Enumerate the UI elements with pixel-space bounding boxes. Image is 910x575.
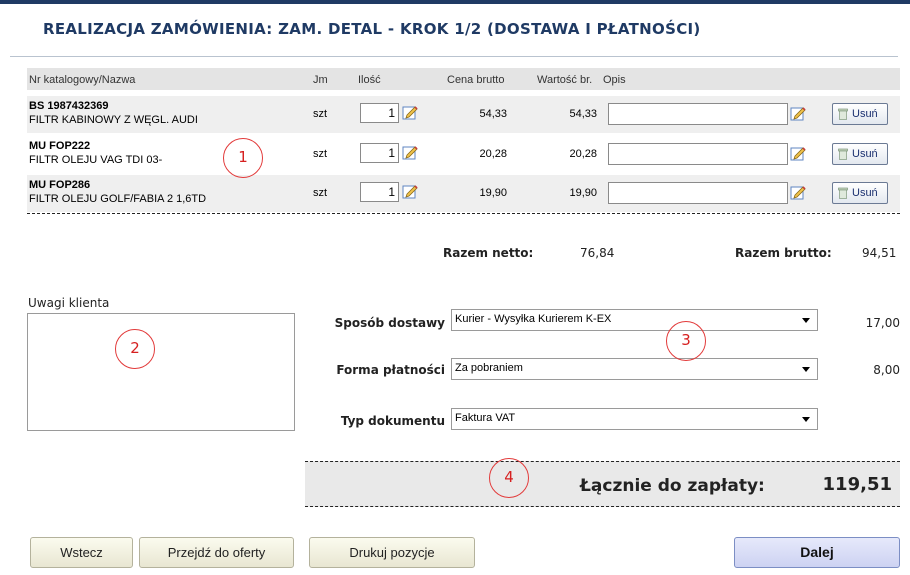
document-label: Typ dokumentu (340, 414, 445, 428)
notes-label: Uwagi klienta (28, 296, 110, 310)
netto-value: 76,84 (580, 246, 615, 260)
table-row: MU FOP286 FILTR OLEJU GOLF/FABIA 2 1,6TD… (27, 175, 900, 212)
header-qty: Ilość (358, 74, 381, 86)
brutto-value: 94,51 (862, 246, 897, 260)
item-unit: szt (313, 187, 328, 199)
table-row: MU FOP222 FILTR OLEJU VAG TDI 03- szt 1 … (27, 136, 900, 173)
item-value: 20,28 (569, 148, 597, 160)
edit-pencil-icon[interactable] (790, 184, 806, 200)
page-title: REALIZACJA ZAMÓWIENIA: ZAM. DETAL - KROK… (43, 20, 701, 38)
item-name: FILTR KABINOWY Z WĘGL. AUDI (29, 114, 198, 126)
remove-label: Usuń (852, 187, 878, 199)
header-desc: Opis (603, 74, 626, 86)
delivery-label: Sposób dostawy (334, 316, 445, 330)
annotation-marker-1: 1 (223, 138, 263, 178)
back-button[interactable]: Wstecz (30, 537, 133, 568)
edit-pencil-icon[interactable] (402, 144, 418, 160)
annotation-marker-4: 4 (489, 458, 529, 498)
header-name: Nr katalogowy/Nazwa (29, 74, 136, 86)
document-value: Faktura VAT (455, 412, 516, 424)
item-unit: szt (313, 108, 328, 120)
delivery-cost: 17,00 (865, 316, 900, 330)
annotation-marker-2: 2 (115, 329, 155, 369)
document-select[interactable]: Faktura VAT (451, 408, 818, 430)
item-name: FILTR OLEJU GOLF/FABIA 2 1,6TD (29, 193, 207, 205)
trash-icon (838, 108, 848, 120)
item-price: 54,33 (479, 108, 507, 120)
chevron-down-icon (802, 318, 810, 323)
go-to-offer-button[interactable]: Przejdź do oferty (139, 537, 294, 568)
header-price: Cena brutto (447, 74, 505, 86)
quantity-input[interactable]: 1 (360, 143, 399, 163)
delivery-select[interactable]: Kurier - Wysyłka Kurierem K-EX (451, 309, 818, 331)
item-value: 19,90 (569, 187, 597, 199)
header-unit: Jm (313, 74, 328, 86)
edit-pencil-icon[interactable] (402, 183, 418, 199)
item-unit: szt (313, 148, 328, 160)
notes-textarea[interactable] (27, 313, 295, 431)
quantity-input[interactable]: 1 (360, 103, 399, 123)
item-price: 20,28 (479, 148, 507, 160)
brutto-label: Razem brutto: (735, 246, 832, 260)
top-accent-bar (0, 0, 910, 4)
grand-total-value: 119,51 (822, 474, 892, 495)
print-items-button[interactable]: Drukuj pozycje (309, 537, 475, 568)
payment-cost: 8,00 (873, 363, 900, 377)
next-button[interactable]: Dalej (734, 537, 900, 568)
edit-pencil-icon[interactable] (790, 105, 806, 121)
chevron-down-icon (802, 367, 810, 372)
delivery-value: Kurier - Wysyłka Kurierem K-EX (455, 313, 612, 325)
remove-label: Usuń (852, 148, 878, 160)
edit-pencil-icon[interactable] (790, 145, 806, 161)
table-row: BS 1987432369 FILTR KABINOWY Z WĘGL. AUD… (27, 96, 900, 133)
item-price: 19,90 (479, 187, 507, 199)
remove-button[interactable]: Usuń (832, 143, 888, 165)
header-value: Wartość br. (537, 74, 593, 86)
table-bottom-divider (27, 213, 900, 214)
chevron-down-icon (802, 417, 810, 422)
item-code: MU FOP222 (29, 140, 91, 152)
description-input[interactable] (608, 143, 788, 165)
description-input[interactable] (608, 182, 788, 204)
table-header: Nr katalogowy/Nazwa Jm Ilość Cena brutto… (27, 68, 900, 90)
trash-icon (838, 187, 848, 199)
remove-label: Usuń (852, 108, 878, 120)
grand-total-label: Łącznie do zapłaty: (580, 476, 765, 496)
edit-pencil-icon[interactable] (402, 104, 418, 120)
item-code: BS 1987432369 (29, 100, 109, 112)
payment-value: Za pobraniem (455, 362, 523, 374)
netto-label: Razem netto: (443, 246, 534, 260)
remove-button[interactable]: Usuń (832, 182, 888, 204)
trash-icon (838, 148, 848, 160)
annotation-marker-3: 3 (666, 321, 706, 361)
grand-total-box: Łącznie do zapłaty: 119,51 (305, 461, 900, 507)
quantity-input[interactable]: 1 (360, 182, 399, 202)
title-divider (10, 56, 898, 57)
item-value: 54,33 (569, 108, 597, 120)
item-name: FILTR OLEJU VAG TDI 03- (29, 154, 163, 166)
remove-button[interactable]: Usuń (832, 103, 888, 125)
item-code: MU FOP286 (29, 179, 91, 191)
description-input[interactable] (608, 103, 788, 125)
payment-select[interactable]: Za pobraniem (451, 358, 818, 380)
payment-label: Forma płatności (336, 363, 445, 377)
